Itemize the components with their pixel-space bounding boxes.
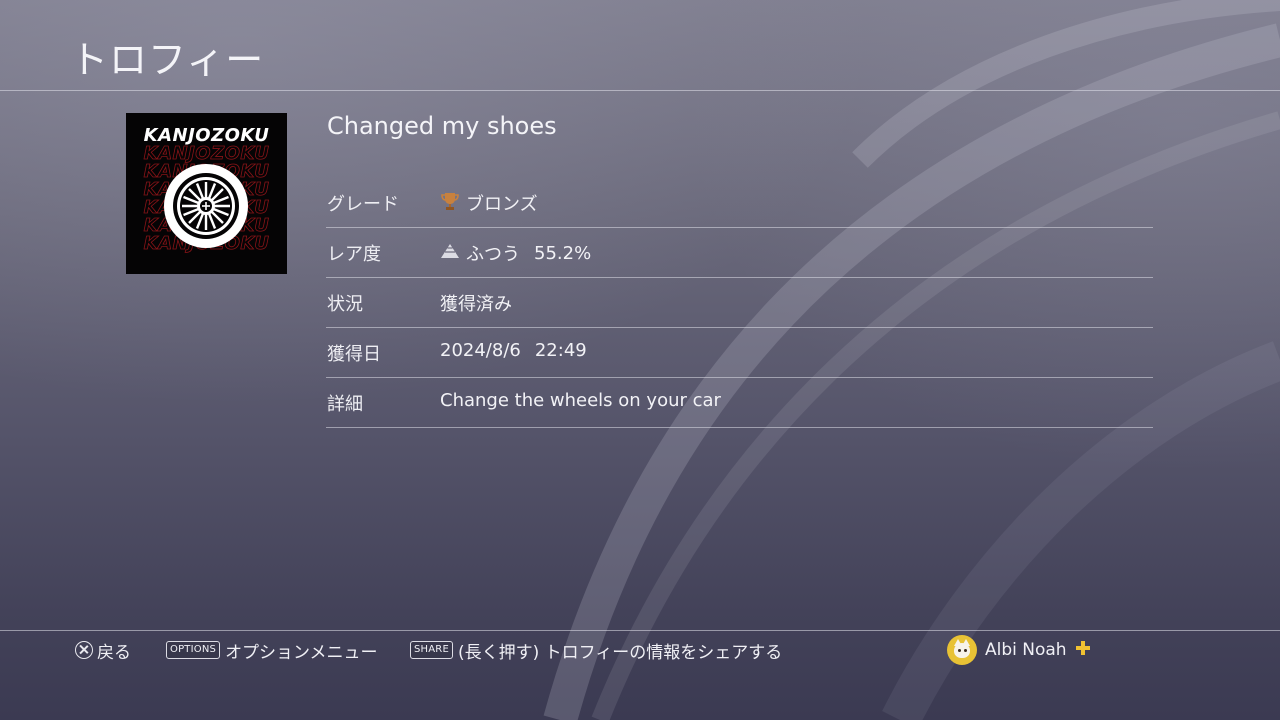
detail-label: グレード (327, 194, 399, 215)
share-label: (長く押す) トロフィーの情報をシェアする (457, 642, 783, 663)
back-label: 戻る (97, 642, 131, 663)
rarity-pyramid-icon (440, 243, 460, 264)
options-button[interactable]: OPTIONS オプションメニュー (166, 636, 378, 664)
rarity-text: ふつう (466, 244, 520, 265)
detail-value: 2024/8/6 22:49 (440, 340, 587, 361)
earned-date: 2024/8/6 (440, 340, 521, 361)
user-profile[interactable]: Albi Noah (947, 635, 1091, 665)
detail-value: ブロンズ (440, 190, 538, 216)
detail-label: レア度 (327, 244, 381, 265)
bronze-trophy-icon (440, 191, 460, 216)
detail-row-status: 状況 獲得済み (326, 278, 1153, 328)
wheel-icon (164, 164, 248, 248)
trophy-details-list: グレード ブロンズ レア度 ふつう 55.2% 状況 獲得済み 獲得日 2024… (326, 178, 1153, 428)
detail-row-earned-date: 獲得日 2024/8/6 22:49 (326, 328, 1153, 378)
detail-value: Change the wheels on your car (440, 390, 721, 411)
options-label: オプションメニュー (225, 642, 378, 663)
trophy-art-title: KANJOZOKU (143, 125, 270, 146)
options-key-icon: OPTIONS (166, 641, 221, 659)
detail-value: ふつう 55.2% (440, 240, 591, 266)
share-button[interactable]: SHARE (長く押す) トロフィーの情報をシェアする (410, 636, 782, 664)
rarity-percent: 55.2% (534, 242, 592, 264)
back-button[interactable]: 戻る (75, 636, 131, 664)
page-title: トロフィー (70, 38, 265, 82)
detail-label: 詳細 (327, 394, 363, 415)
detail-value: 獲得済み (440, 294, 512, 315)
detail-row-rarity: レア度 ふつう 55.2% (326, 228, 1153, 278)
avatar (947, 635, 977, 665)
trophy-image: KANJOZOKU KANJOZOKU KANJOZOKU KANJOZOKU … (126, 113, 287, 274)
detail-row-grade: グレード ブロンズ (326, 178, 1153, 228)
playstation-plus-icon (1075, 640, 1091, 661)
user-name: Albi Noah (985, 640, 1067, 660)
footer-divider (0, 630, 1280, 631)
share-key-icon: SHARE (410, 641, 453, 659)
detail-label: 状況 (327, 294, 363, 315)
trophy-name: Changed my shoes (327, 112, 557, 140)
grade-text: ブロンズ (466, 194, 538, 215)
detail-label: 獲得日 (327, 344, 381, 365)
detail-row-description: 詳細 Change the wheels on your car (326, 378, 1153, 428)
header-divider (0, 90, 1280, 91)
footer-bar: 戻る OPTIONS オプションメニュー SHARE (長く押す) トロフィーの… (0, 635, 1280, 665)
cross-button-icon (75, 641, 93, 659)
earned-time: 22:49 (534, 340, 587, 361)
